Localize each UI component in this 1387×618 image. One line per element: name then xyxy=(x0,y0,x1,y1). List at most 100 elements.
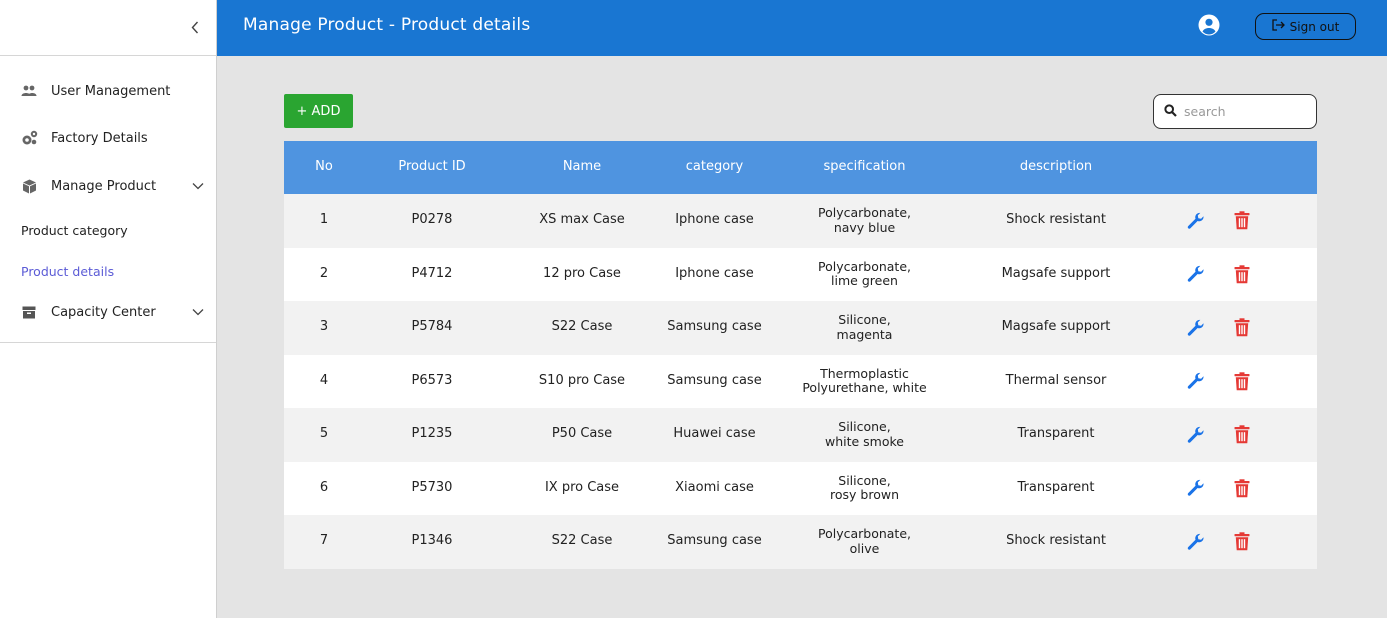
sidebar-item-product-details[interactable]: Product details xyxy=(0,251,216,292)
cell-category: Iphone case xyxy=(675,265,754,281)
archive-icon xyxy=(20,304,38,320)
column-header-category: category xyxy=(685,159,744,175)
spec-line-1: Silicone, xyxy=(838,472,891,488)
spec-line-1: Polycarbonate, xyxy=(817,526,911,542)
delete-trash-icon[interactable] xyxy=(1232,264,1252,284)
cell-specification: Silicone, rosy brown xyxy=(782,472,947,503)
sign-out-button[interactable]: Sign out xyxy=(1255,13,1356,40)
cell-specification: Polycarbonate, navy blue xyxy=(782,205,947,235)
delete-trash-icon[interactable] xyxy=(1232,371,1252,391)
sidebar-item-manage-product[interactable]: Manage Product xyxy=(0,162,216,210)
table-row: 2 P4712 12 pro Case Iphone case Polycarb… xyxy=(284,247,1317,301)
cell-description: Transparent xyxy=(1017,479,1095,495)
sidebar-item-user-management[interactable]: User Management xyxy=(0,68,216,114)
spec-line-2: magenta xyxy=(836,326,893,342)
cell-product-id: P4712 xyxy=(411,265,453,281)
spec-line-2: white smoke xyxy=(824,433,904,449)
chevron-down-icon xyxy=(192,179,204,194)
cell-actions xyxy=(1165,211,1265,231)
spec-line-1: Thermoplastic xyxy=(820,365,909,381)
cell-category: Huawei case xyxy=(673,426,756,442)
sidebar-menu: User Management Factory Details Manage P… xyxy=(0,56,216,343)
table-row: 4 P6573 S10 pro Case Samsung case Thermo… xyxy=(284,354,1317,408)
sidebar-item-label: User Management xyxy=(51,83,171,99)
cell-name: S10 pro Case xyxy=(538,372,626,388)
sidebar-item-label: Product category xyxy=(21,223,128,238)
spec-line-1: Polycarbonate, xyxy=(817,258,911,274)
cell-specification: Polycarbonate, lime green xyxy=(782,258,947,289)
sign-out-icon xyxy=(1272,19,1285,34)
edit-wrench-icon[interactable] xyxy=(1186,371,1206,391)
delete-trash-icon[interactable] xyxy=(1232,425,1252,445)
sidebar-item-label: Manage Product xyxy=(51,178,157,194)
cell-name: 12 pro Case xyxy=(543,265,621,281)
table-row: 5 P1235 P50 Case Huawei case Silicone, w… xyxy=(284,408,1317,462)
table-header: No Product ID Name category specificatio… xyxy=(284,141,1317,194)
column-header-description: description xyxy=(1019,159,1093,175)
sidebar-item-label: Capacity Center xyxy=(51,304,156,320)
cell-actions xyxy=(1165,264,1265,284)
delete-trash-icon[interactable] xyxy=(1232,532,1252,552)
spec-line-1: Silicone, xyxy=(838,312,891,328)
page-title: Manage Product - Product details xyxy=(243,15,531,35)
users-icon xyxy=(20,83,38,99)
delete-trash-icon[interactable] xyxy=(1232,211,1252,231)
sidebar-item-capacity-center[interactable]: Capacity Center xyxy=(0,292,216,332)
delete-trash-icon[interactable] xyxy=(1232,478,1252,498)
cell-description: Magsafe support xyxy=(1001,265,1111,281)
spec-line-1: Polycarbonate, xyxy=(817,205,911,221)
cell-description: Shock resistant xyxy=(1006,533,1106,549)
search-icon xyxy=(1164,102,1177,121)
cell-description: Magsafe support xyxy=(1001,319,1111,335)
edit-wrench-icon[interactable] xyxy=(1186,264,1206,284)
cell-actions xyxy=(1165,318,1265,338)
table-row: 6 P5730 IX pro Case Xiaomi case Silicone… xyxy=(284,461,1317,515)
sidebar-item-product-category[interactable]: Product category xyxy=(0,210,216,251)
cell-actions xyxy=(1165,371,1265,391)
table-row: 1 P0278 XS max Case Iphone case Polycarb… xyxy=(284,194,1317,248)
sidebar-header xyxy=(0,0,216,56)
cell-description: Shock resistant xyxy=(1006,212,1106,228)
table-row: 3 P5784 S22 Case Samsung case Silicone, … xyxy=(284,301,1317,355)
sidebar-item-label: Factory Details xyxy=(51,130,148,146)
user-avatar-icon[interactable] xyxy=(1198,14,1220,36)
cell-description: Thermal sensor xyxy=(1005,372,1107,388)
add-button[interactable]: + ADD xyxy=(284,94,353,128)
cell-specification: Silicone, white smoke xyxy=(782,419,947,449)
table-row: 7 P1346 S22 Case Samsung case Polycarbon… xyxy=(284,515,1317,569)
table-body: 1 P0278 XS max Case Iphone case Polycarb… xyxy=(284,194,1317,569)
edit-wrench-icon[interactable] xyxy=(1186,532,1206,552)
edit-wrench-icon[interactable] xyxy=(1186,425,1206,445)
column-header-specification: specification xyxy=(823,159,906,175)
cell-specification: Silicone, magenta xyxy=(782,312,947,342)
cell-name: XS max Case xyxy=(539,212,625,228)
edit-wrench-icon[interactable] xyxy=(1186,478,1206,498)
chevron-down-icon xyxy=(192,305,204,320)
cell-specification: Polycarbonate, olive xyxy=(782,526,947,556)
spec-line-2: olive xyxy=(849,540,880,556)
search-input[interactable] xyxy=(1184,104,1304,119)
edit-wrench-icon[interactable] xyxy=(1186,211,1206,231)
cell-category: Xiaomi case xyxy=(675,479,754,495)
cell-name: IX pro Case xyxy=(544,479,620,495)
column-header-name: Name xyxy=(562,159,602,175)
cube-icon xyxy=(20,178,38,194)
product-table: No Product ID Name category specificatio… xyxy=(284,141,1317,569)
cell-actions xyxy=(1165,425,1265,445)
cell-category: Samsung case xyxy=(667,319,762,335)
cell-product-id: P5784 xyxy=(411,319,453,335)
collapse-sidebar-button[interactable] xyxy=(186,17,204,37)
spec-line-1: Silicone, xyxy=(838,419,891,435)
edit-wrench-icon[interactable] xyxy=(1186,318,1206,338)
delete-trash-icon[interactable] xyxy=(1232,318,1252,338)
cell-product-id: P6573 xyxy=(411,372,453,388)
cell-product-id: P0278 xyxy=(411,212,453,228)
cell-actions xyxy=(1165,478,1265,498)
sidebar-item-label: Product details xyxy=(21,264,115,279)
chevron-left-icon xyxy=(191,21,199,33)
search-box xyxy=(1153,94,1317,129)
sidebar-item-factory-details[interactable]: Factory Details xyxy=(0,114,216,162)
cell-product-id: P1346 xyxy=(411,533,453,549)
gears-icon xyxy=(20,130,38,146)
spec-line-2: lime green xyxy=(831,273,898,289)
